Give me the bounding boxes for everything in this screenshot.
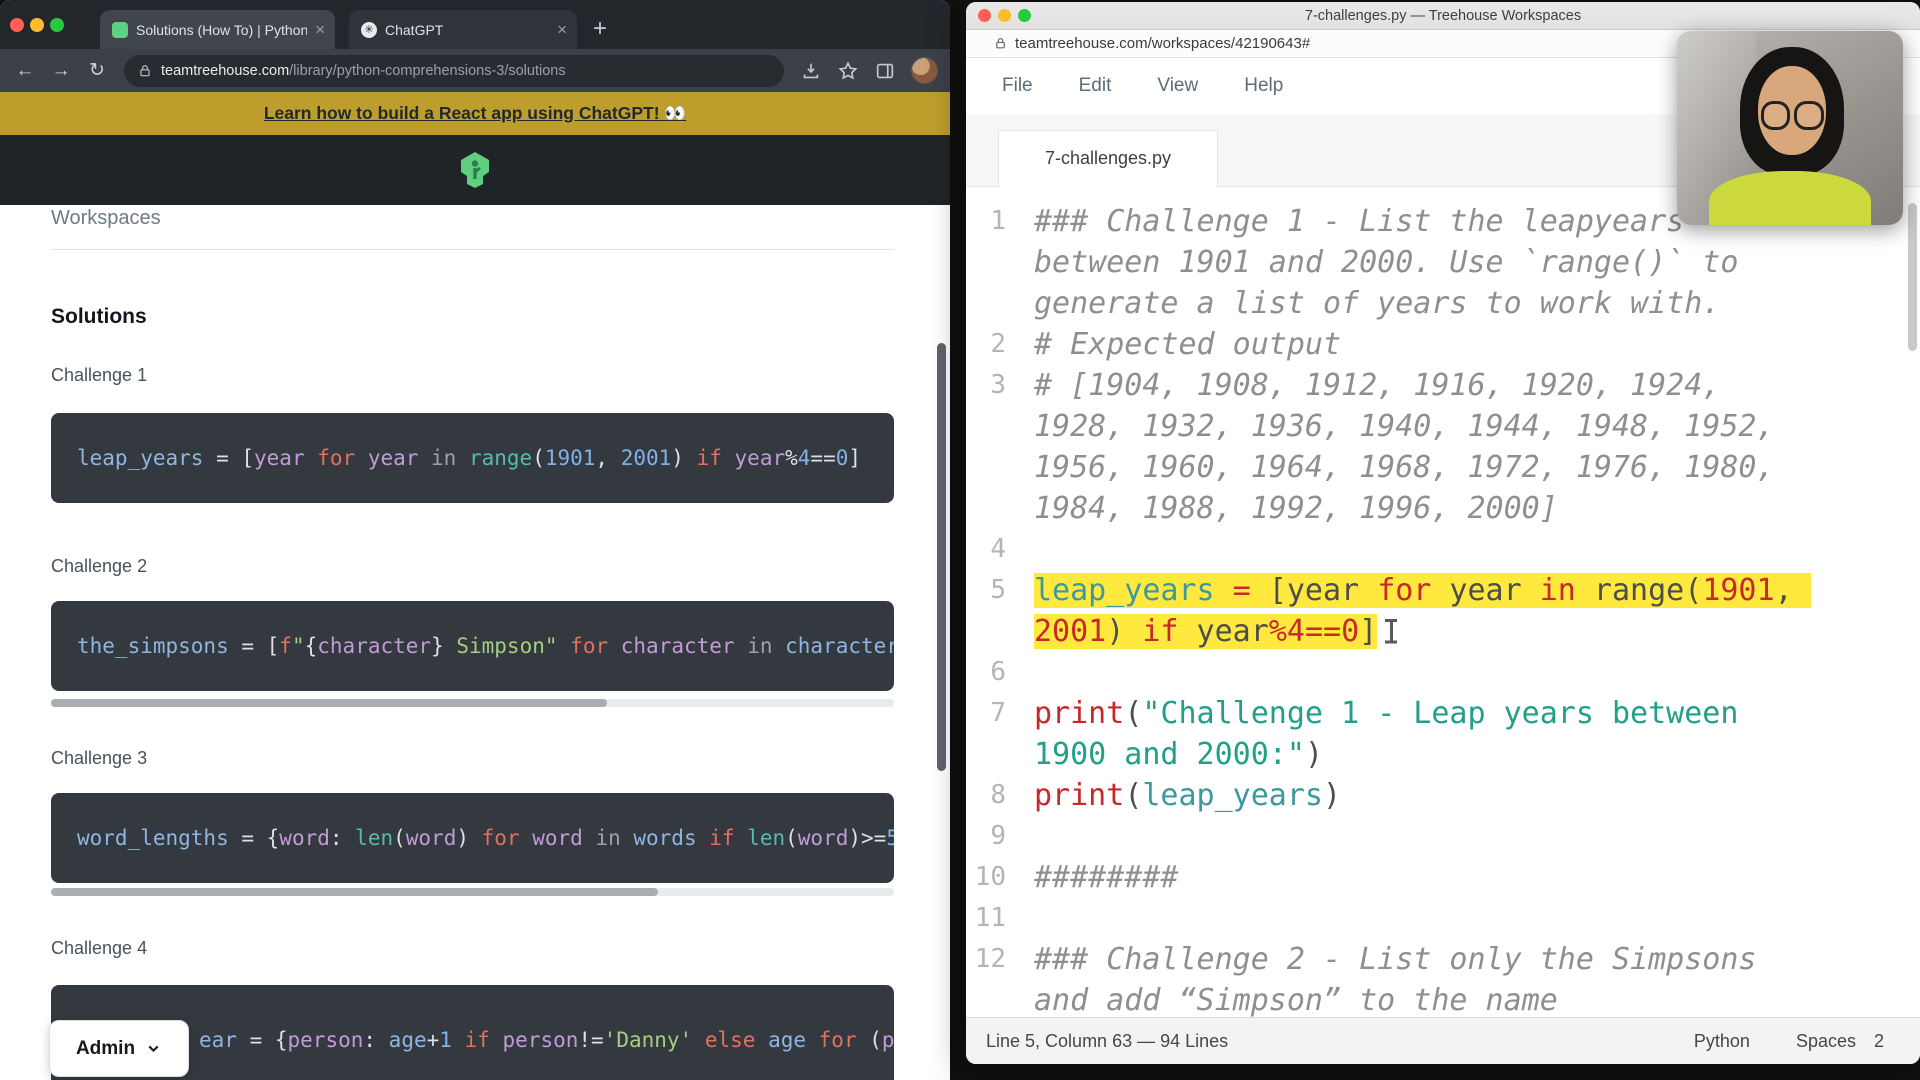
editor-line[interactable]: 9 (966, 816, 1920, 857)
editor-line[interactable]: 11 (966, 898, 1920, 939)
person-shirt (1709, 171, 1872, 225)
horizontal-scrollbar[interactable] (51, 888, 894, 896)
site-navbar (0, 135, 950, 205)
address-bar[interactable]: teamtreehouse.com/library/python-compreh… (124, 55, 784, 87)
reload-button[interactable]: ↻ (84, 59, 110, 82)
line-number: 9 (966, 816, 1020, 857)
line-number: 3 (966, 365, 1020, 529)
download-icon[interactable] (800, 60, 822, 82)
scrollbar-thumb[interactable] (51, 888, 658, 896)
browser-tab-solutions[interactable]: Solutions (How To) | Python Co × (100, 10, 335, 49)
editor-statusbar: Line 5, Column 63 — 94 Lines Python Spac… (966, 1017, 1920, 1064)
indentation-value[interactable]: 2 (1874, 1031, 1884, 1052)
horizontal-scrollbar[interactable] (51, 699, 894, 707)
browser-toolbar: ← → ↻ teamtreehouse.com/library/python-c… (0, 49, 950, 92)
menu-view[interactable]: View (1157, 75, 1198, 97)
breadcrumb[interactable]: Workspaces (51, 207, 161, 230)
promo-banner[interactable]: Learn how to build a React app using Cha… (0, 92, 950, 135)
close-tab-icon[interactable]: × (557, 21, 567, 38)
minimize-window-button[interactable] (30, 18, 44, 32)
url-text: teamtreehouse.com/library/python-compreh… (161, 63, 566, 79)
code-line: ear = {person: age+1 if person!='Danny' … (199, 1028, 894, 1052)
code-block-challenge-3[interactable]: word_lengths = {word: len(word) for word… (51, 793, 894, 883)
menu-help[interactable]: Help (1244, 75, 1283, 97)
challenge-4-label: Challenge 4 (51, 938, 147, 959)
page-title: Solutions (51, 305, 147, 329)
browser-tab-strip: Solutions (How To) | Python Co × ✳ ChatG… (0, 0, 950, 49)
zoom-window-button[interactable] (50, 18, 64, 32)
line-number: 6 (966, 652, 1020, 693)
person-glasses (1761, 101, 1824, 130)
code-editor[interactable]: 1### Challenge 1 - List the leapyears be… (966, 187, 1920, 1017)
challenge-1-label: Challenge 1 (51, 365, 147, 386)
browser-tab-chatgpt[interactable]: ✳ ChatGPT × (349, 10, 577, 49)
editor-line[interactable]: 3# [1904, 1908, 1912, 1916, 1920, 1924, … (966, 365, 1920, 529)
code-line: leap_years = [year for year in range(190… (77, 446, 861, 470)
code-block-challenge-2[interactable]: the_simpsons = [f"{character} Simpson" f… (51, 601, 894, 691)
lock-icon (138, 64, 152, 78)
back-button[interactable]: ← (12, 60, 38, 82)
promo-banner-link[interactable]: Learn how to build a React app using Cha… (264, 103, 686, 124)
admin-button-label: Admin (76, 1038, 135, 1060)
editor-scrollbar-thumb[interactable] (1908, 203, 1917, 351)
line-number: 5 (966, 570, 1020, 652)
close-window-button[interactable] (10, 18, 24, 32)
menu-edit[interactable]: Edit (1079, 75, 1112, 97)
window-title: 7-challenges.py — Treehouse Workspaces (966, 8, 1920, 24)
forward-button[interactable]: → (48, 60, 74, 82)
divider (51, 249, 894, 250)
editor-line[interactable]: 5leap_years = [year for year in range(19… (966, 570, 1920, 652)
line-number: 7 (966, 693, 1020, 775)
close-tab-icon[interactable]: × (315, 21, 325, 38)
line-number: 11 (966, 898, 1020, 939)
line-number: 2 (966, 324, 1020, 365)
chevron-down-icon (145, 1040, 162, 1057)
cursor-position-status: Line 5, Column 63 — 94 Lines (986, 1031, 1228, 1052)
editor-line[interactable]: 4 (966, 529, 1920, 570)
editor-line[interactable]: 12### Challenge 2 - List only the Simpso… (966, 939, 1920, 1017)
side-panel-icon[interactable] (874, 60, 896, 82)
new-tab-button[interactable]: + (593, 15, 607, 43)
profile-avatar[interactable] (911, 57, 938, 84)
chatgpt-favicon-icon: ✳ (361, 22, 377, 38)
line-number: 4 (966, 529, 1020, 570)
editor-tab-7-challenges[interactable]: 7-challenges.py (998, 130, 1218, 187)
workspace-titlebar: 7-challenges.py — Treehouse Workspaces (966, 2, 1920, 30)
desktop: Solutions (How To) | Python Co × ✳ ChatG… (0, 0, 1920, 1080)
editor-line[interactable]: 7print("Challenge 1 - Leap years between… (966, 693, 1920, 775)
bookmark-star-icon[interactable] (837, 60, 859, 82)
code-line: word_lengths = {word: len(word) for word… (77, 826, 894, 850)
menu-file[interactable]: File (1002, 75, 1033, 97)
scrollbar-thumb[interactable] (51, 699, 607, 707)
url-text: teamtreehouse.com/workspaces/42190643# (1015, 35, 1310, 52)
treehouse-logo[interactable] (455, 150, 495, 195)
treehouse-favicon-icon (112, 22, 128, 38)
line-number: 10 (966, 857, 1020, 898)
line-number: 1 (966, 201, 1020, 324)
editor-line[interactable]: 8print(leap_years) (966, 775, 1920, 816)
solutions-page: Workspaces Solutions Challenge 1 leap_ye… (0, 205, 950, 1080)
editor-line[interactable]: 6 (966, 652, 1920, 693)
lock-icon (994, 37, 1007, 50)
challenge-2-label: Challenge 2 (51, 556, 147, 577)
challenge-3-label: Challenge 3 (51, 748, 147, 769)
code-line: the_simpsons = [f"{character} Simpson" f… (77, 634, 894, 658)
page-scrollbar-thumb[interactable] (937, 343, 946, 771)
tab-title: Solutions (How To) | Python Co (136, 22, 307, 38)
indentation-label[interactable]: Spaces (1796, 1031, 1856, 1052)
language-mode[interactable]: Python (1694, 1031, 1750, 1052)
line-number: 12 (966, 939, 1020, 1017)
browser-window: Solutions (How To) | Python Co × ✳ ChatG… (0, 0, 950, 1080)
webcam-overlay (1677, 31, 1903, 225)
editor-lines: 1### Challenge 1 - List the leapyears be… (966, 201, 1920, 1017)
line-number: 8 (966, 775, 1020, 816)
editor-line[interactable]: 2# Expected output (966, 324, 1920, 365)
ibeam-cursor (1383, 617, 1399, 645)
editor-line[interactable]: 10######## (966, 857, 1920, 898)
toolbar-icons (800, 57, 938, 84)
tab-title: ChatGPT (385, 22, 549, 38)
code-block-challenge-1[interactable]: leap_years = [year for year in range(190… (51, 413, 894, 503)
admin-button[interactable]: Admin (49, 1020, 189, 1077)
window-controls (0, 18, 76, 32)
